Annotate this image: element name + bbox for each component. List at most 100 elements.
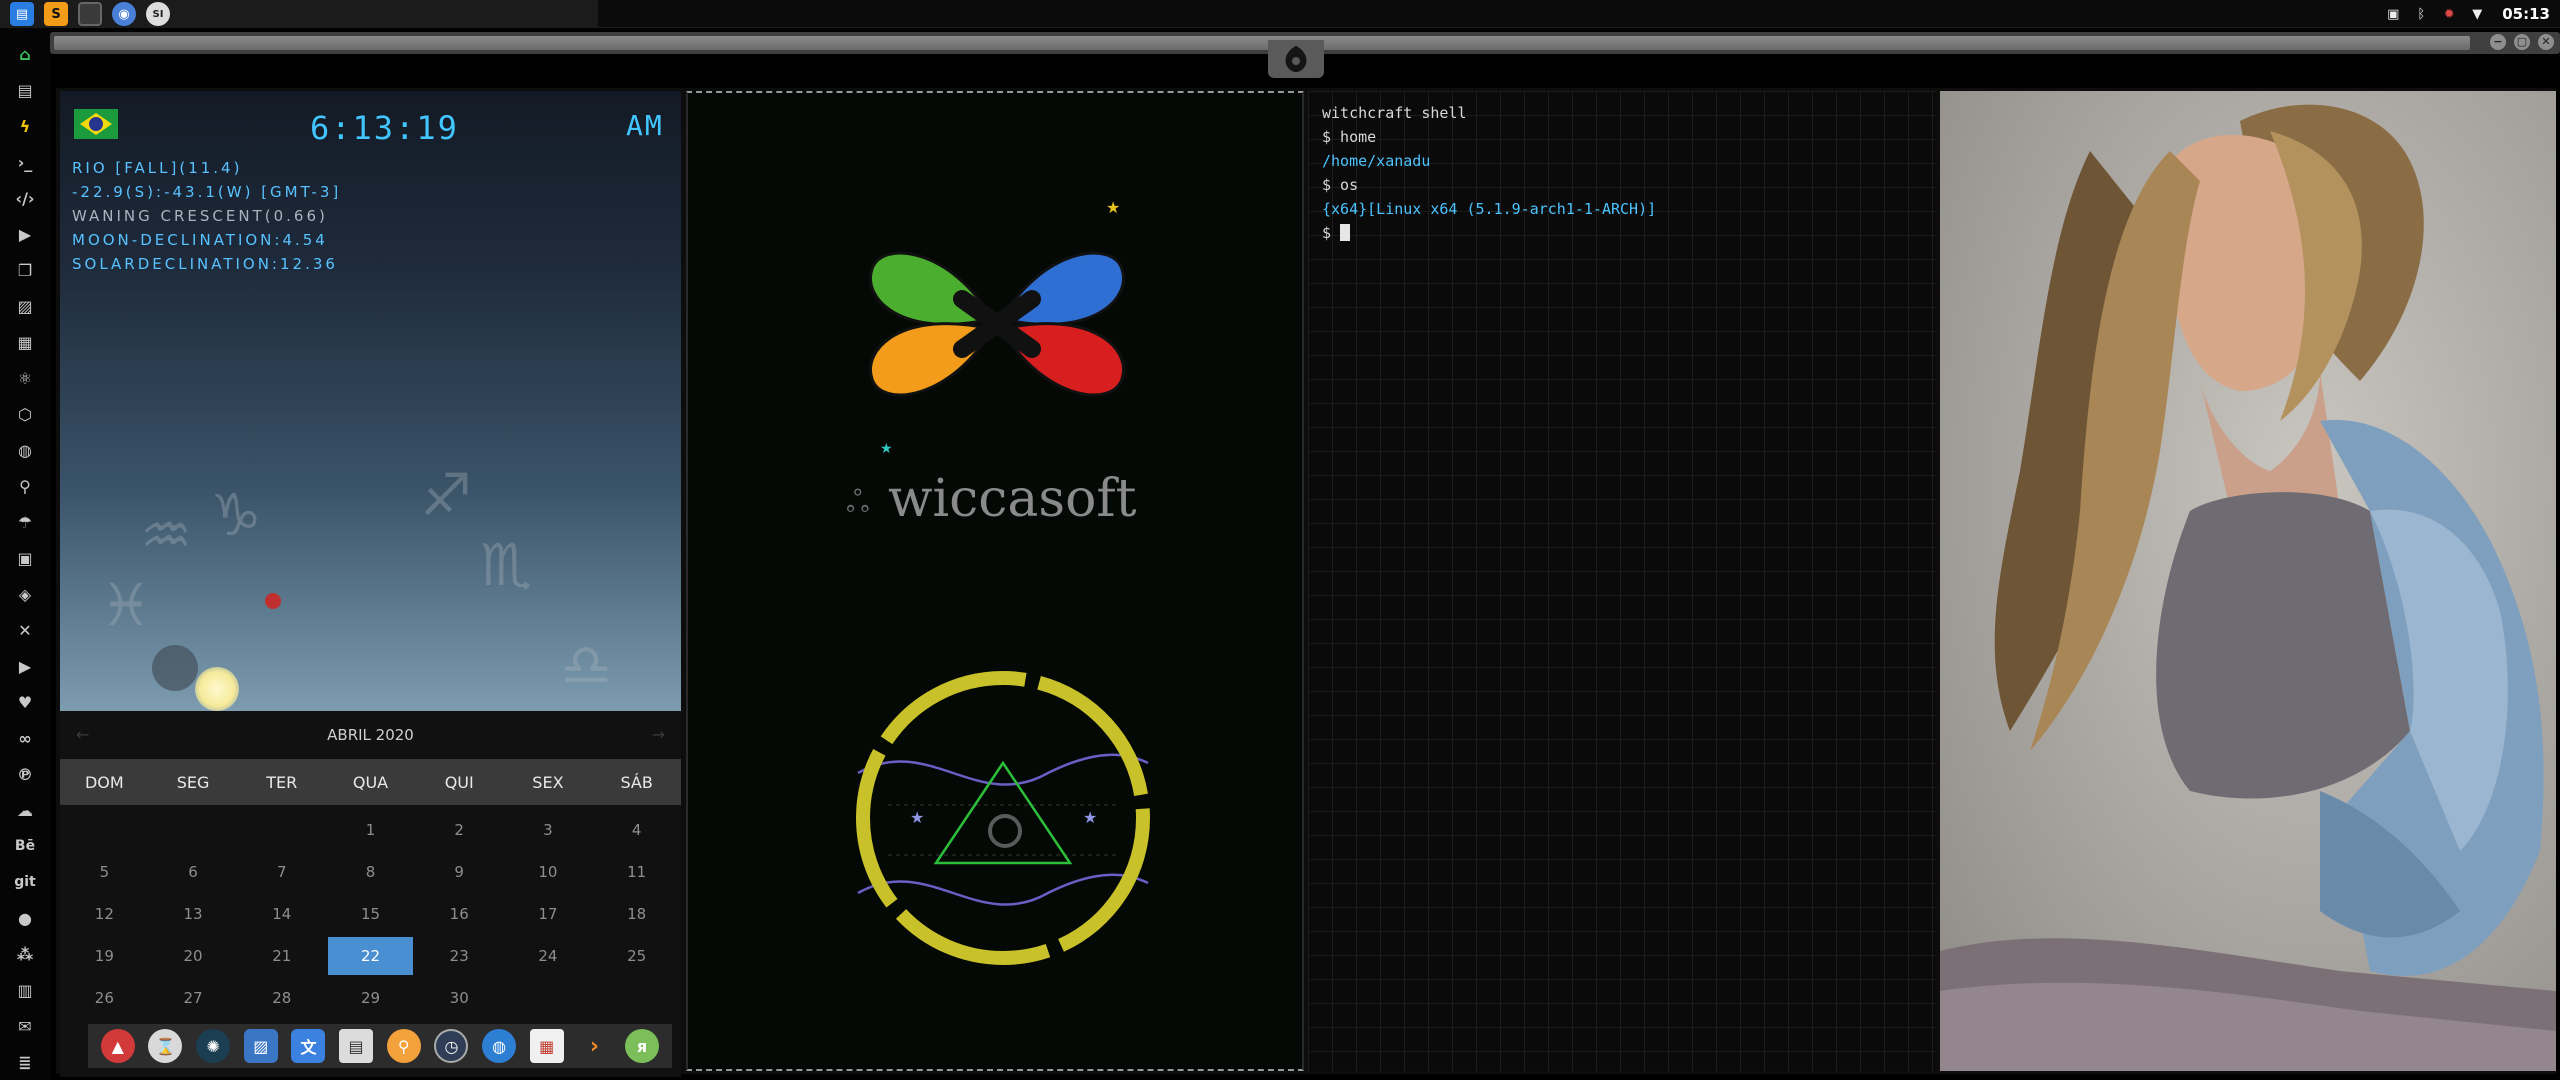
widget-ampm: AM: [626, 109, 664, 142]
map-icon[interactable]: ▥: [10, 972, 40, 1008]
calendar-day[interactable]: 6: [151, 853, 236, 891]
bluetooth-icon[interactable]: ᛒ: [2412, 5, 2430, 23]
lightning-icon[interactable]: ϟ: [10, 108, 40, 144]
files-icon[interactable]: ▤: [10, 2, 34, 26]
arch-icon[interactable]: ▲: [100, 1029, 135, 1063]
pinterest-icon[interactable]: ℗: [10, 756, 40, 792]
sublime-icon[interactable]: S: [44, 2, 68, 26]
mail-icon[interactable]: ✉: [10, 1008, 40, 1044]
shuffle-icon[interactable]: ✕: [10, 612, 40, 648]
calendar-prev-button[interactable]: ←: [76, 725, 89, 744]
calendar-day[interactable]: 19: [62, 937, 147, 975]
diamond-icon[interactable]: ◈: [10, 576, 40, 612]
calendar-day[interactable]: 7: [239, 853, 324, 891]
calendar-icon[interactable]: ▦: [529, 1029, 564, 1063]
photo-icon[interactable]: ▨: [243, 1029, 278, 1063]
calendar-day[interactable]: 28: [239, 979, 324, 1017]
terminal-output[interactable]: witchcraft shell $ home/home/xanadu $ os {x…: [1322, 101, 1656, 245]
wiccasoft-logo-icon: ★ ★: [869, 198, 1125, 457]
calendar-day[interactable]: 29: [328, 979, 413, 1017]
magnifier-icon[interactable]: ⚲: [386, 1029, 421, 1063]
calendar-day[interactable]: 18: [594, 895, 679, 933]
git-icon[interactable]: git: [10, 864, 40, 900]
code-icon[interactable]: ‹/›: [10, 180, 40, 216]
prompt-symbol: $: [1322, 224, 1341, 242]
calendar-day[interactable]: 3: [506, 811, 591, 849]
wifi-icon[interactable]: ▼: [2468, 5, 2486, 23]
forward-icon[interactable]: ›: [577, 1029, 611, 1063]
calendar-day[interactable]: 20: [151, 937, 236, 975]
contact-icon[interactable]: ▣: [10, 540, 40, 576]
news-icon[interactable]: ▦: [10, 324, 40, 360]
maximize-button[interactable]: ▢: [2514, 34, 2530, 50]
calendar-day[interactable]: 27: [151, 979, 236, 1017]
heart-icon[interactable]: ♥: [10, 684, 40, 720]
github-icon[interactable]: ●: [10, 900, 40, 936]
calendar-day[interactable]: 9: [417, 853, 502, 891]
calendar-day[interactable]: 21: [239, 937, 324, 975]
calendar-day[interactable]: 1: [328, 811, 413, 849]
terminal-icon[interactable]: ›_: [10, 144, 40, 180]
calendar-day[interactable]: 14: [239, 895, 324, 933]
calendar-day[interactable]: 8: [328, 853, 413, 891]
svg-text:★: ★: [880, 441, 893, 457]
calendar-grid: 1 2 3 4 5 6 7 8 9 10 11 12 13 14 15 16 17 18 19 20 21 22 23 24 2…: [60, 805, 681, 1019]
close-button[interactable]: ✕: [2538, 34, 2554, 50]
terminal-panel[interactable]: witchcraft shell $ home/home/xanadu $ os {x…: [1308, 91, 1936, 1071]
calendar-day[interactable]: 2: [417, 811, 502, 849]
home-icon[interactable]: ⌂: [10, 36, 40, 72]
web-icon[interactable]: ◍: [482, 1029, 517, 1063]
calendar-day[interactable]: 4: [594, 811, 679, 849]
behance-icon[interactable]: Bē: [10, 828, 40, 864]
calendar-day[interactable]: 16: [417, 895, 502, 933]
image-viewer-icon[interactable]: ▣: [2384, 5, 2402, 23]
app-icon[interactable]: [78, 2, 102, 26]
calendar-day[interactable]: 13: [151, 895, 236, 933]
mars-icon: [265, 593, 281, 609]
server-icon[interactable]: ≣: [10, 1044, 40, 1080]
calendar-day[interactable]: 22: [328, 937, 413, 975]
hourglass-icon[interactable]: ⌛: [148, 1029, 183, 1063]
calendar-day[interactable]: 15: [328, 895, 413, 933]
top-panel: ▤ S ◉ SI ▣ ᛒ ✹ ▼ 05:13: [0, 0, 2560, 28]
calendar-day[interactable]: 10: [506, 853, 591, 891]
globe-icon[interactable]: ◍: [10, 432, 40, 468]
yandex-icon[interactable]: я: [625, 1029, 660, 1063]
bug-icon[interactable]: ✹: [2440, 5, 2458, 23]
react-icon[interactable]: ⚛: [10, 360, 40, 396]
chromium-icon[interactable]: ◉: [112, 2, 136, 26]
scientific-icon[interactable]: SI: [146, 2, 170, 26]
moon-phase-line: WANING CRESCENT(0.66): [72, 207, 328, 225]
hexagon-icon[interactable]: ⬡: [10, 396, 40, 432]
window-controls: − ▢ ✕: [2490, 34, 2554, 50]
calendar-day[interactable]: 23: [417, 937, 502, 975]
image-icon[interactable]: ▨: [10, 288, 40, 324]
network-icon[interactable]: ✺: [196, 1029, 231, 1063]
calendar-next-button[interactable]: →: [652, 725, 665, 744]
calendar-empty-cell: [239, 811, 324, 849]
umbrella-icon[interactable]: ☂: [10, 504, 40, 540]
calendar-day[interactable]: 11: [594, 853, 679, 891]
calendar-day[interactable]: 26: [62, 979, 147, 1017]
minimize-button[interactable]: −: [2490, 34, 2506, 50]
translate-icon[interactable]: 文: [291, 1029, 326, 1063]
clock-icon[interactable]: ◷: [434, 1029, 469, 1063]
terminal-prompt[interactable]: $: [1322, 221, 1656, 245]
calendar-day[interactable]: 30: [417, 979, 502, 1017]
calendar-day[interactable]: 17: [506, 895, 591, 933]
calendar-day[interactable]: 24: [506, 937, 591, 975]
calendar-day[interactable]: 25: [594, 937, 679, 975]
play-icon[interactable]: ▶: [10, 216, 40, 252]
cloud-icon[interactable]: ☁: [10, 792, 40, 828]
system-clock[interactable]: 05:13: [2502, 5, 2550, 23]
newspaper-icon[interactable]: ▤: [339, 1029, 374, 1063]
document-icon[interactable]: ▤: [10, 72, 40, 108]
copy-icon[interactable]: ❐: [10, 252, 40, 288]
calendar-day[interactable]: 5: [62, 853, 147, 891]
calendar-day[interactable]: 12: [62, 895, 147, 933]
search-icon[interactable]: ⚲: [10, 468, 40, 504]
nodes-icon[interactable]: ⁂: [10, 936, 40, 972]
youtube-icon[interactable]: ▶: [10, 648, 40, 684]
svg-text:★: ★: [1083, 808, 1097, 827]
infinity-icon[interactable]: ∞: [10, 720, 40, 756]
